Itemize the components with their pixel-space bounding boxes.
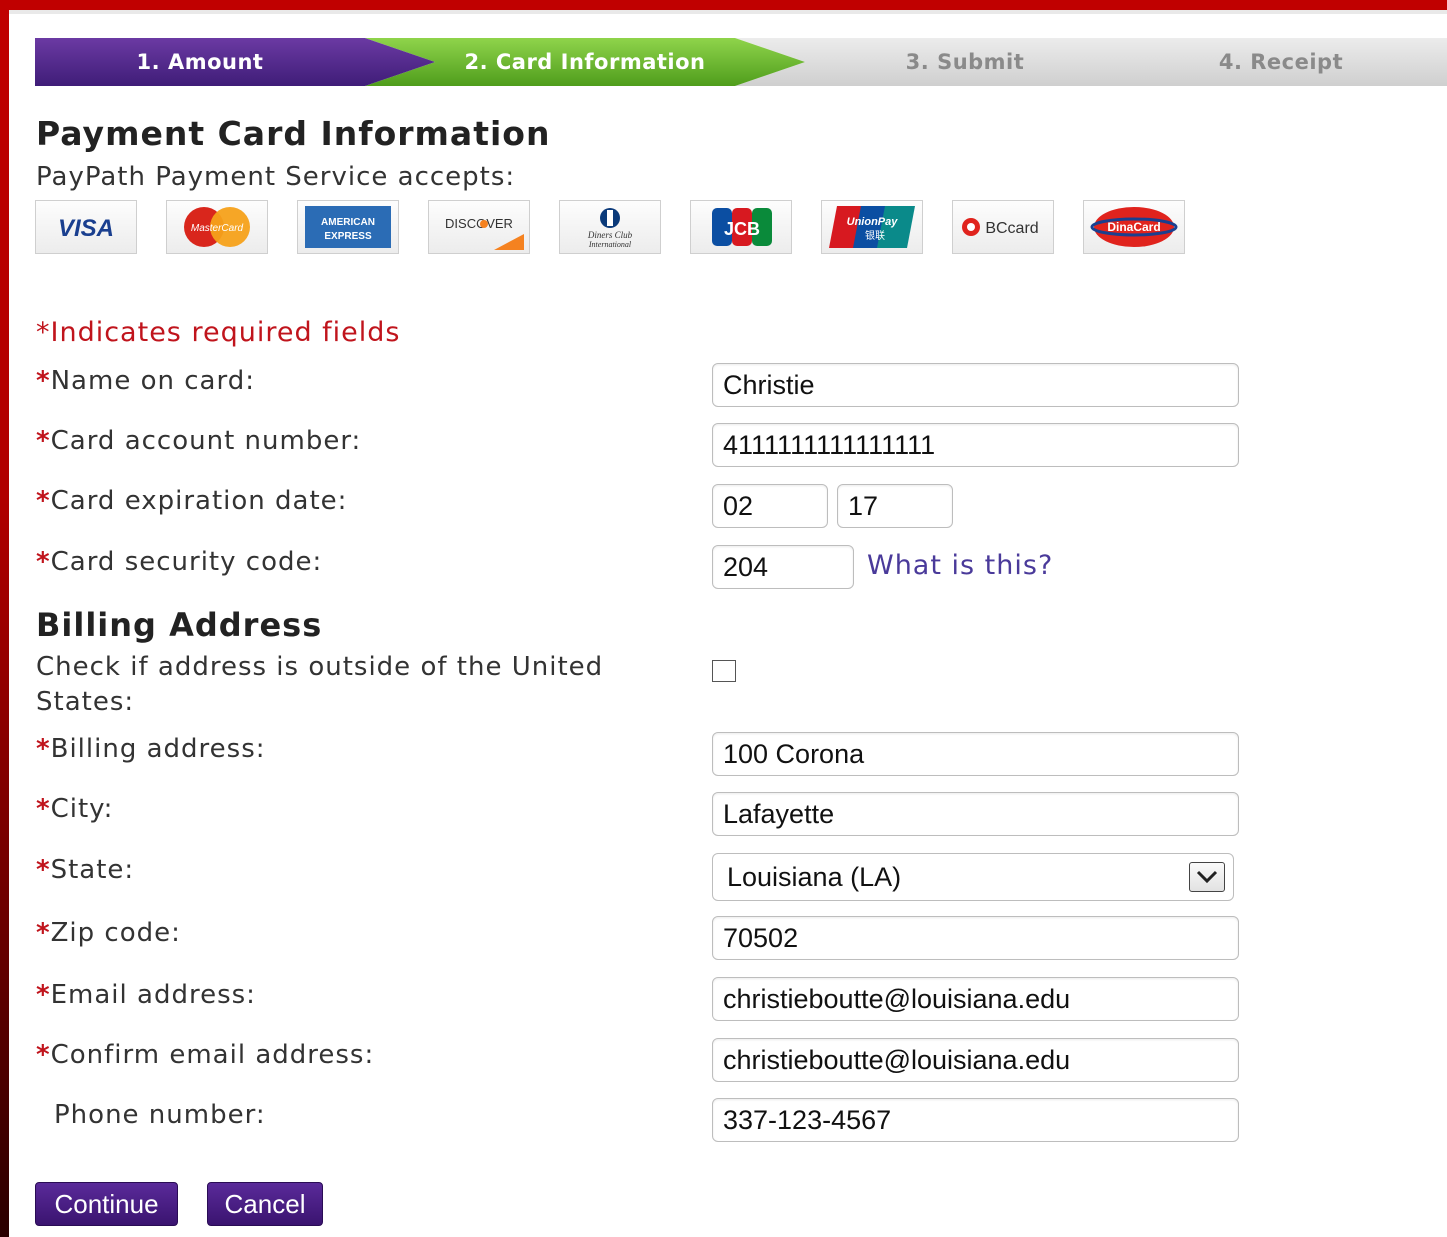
svg-text:Diners Club: Diners Club (587, 230, 633, 240)
discover-logo: DISCOVER (428, 200, 530, 254)
unionpay-logo: UnionPay 银联 (821, 200, 923, 254)
email-input[interactable]: christieboutte@louisiana.edu (712, 977, 1239, 1021)
svg-text:DinaCard: DinaCard (1107, 220, 1160, 234)
phone-number-label: Phone number: (54, 1100, 266, 1130)
card-number-label: *Card account number: (36, 426, 362, 456)
page-title: Payment Card Information (36, 114, 551, 153)
svg-text:VISA: VISA (58, 215, 114, 242)
diners-club-logo: Diners Club International (559, 200, 661, 254)
svg-text:银联: 银联 (865, 229, 885, 242)
progress-steps: 4. Receipt 3. Submit 2. Card Information… (35, 38, 1447, 86)
window-frame-top (0, 0, 1447, 10)
billing-address-input[interactable]: 100 Corona (712, 732, 1239, 776)
discover-icon: DISCOVER (445, 216, 524, 250)
bccard-icon: BCcard (962, 218, 1039, 237)
outside-us-checkbox[interactable] (712, 660, 736, 682)
accepted-cards-text: PayPath Payment Service accepts: (36, 162, 516, 192)
zip-code-input[interactable]: 70502 (712, 916, 1239, 960)
visa-logo: VISA (35, 200, 137, 254)
jcb-icon: JCB (712, 208, 772, 246)
state-label: *State: (36, 855, 135, 885)
svg-text:International: International (588, 240, 632, 249)
outside-us-label: Check if address is outside of the Unite… (36, 652, 604, 717)
confirm-email-label: *Confirm email address: (36, 1040, 375, 1070)
svg-text:UnionPay: UnionPay (847, 216, 899, 228)
bccard-logo: BCcard (952, 200, 1054, 254)
zip-code-label: *Zip code: (36, 918, 181, 948)
name-on-card-input[interactable]: Christie (712, 363, 1239, 407)
what-is-this-link[interactable]: What is this? (867, 550, 1053, 581)
diners-club-icon: Diners Club International (587, 208, 633, 249)
email-label: *Email address: (36, 980, 256, 1010)
billing-address-label: *Billing address: (36, 734, 266, 764)
city-input[interactable]: Lafayette (712, 792, 1239, 836)
svg-text:AMERICAN: AMERICAN (321, 217, 375, 228)
dinacard-logo: DinaCard (1083, 200, 1185, 254)
chevron-down-icon[interactable] (1189, 862, 1225, 892)
security-code-label: *Card security code: (36, 547, 323, 577)
svg-text:BCcard: BCcard (985, 220, 1038, 237)
expiration-month-input[interactable]: 02 (712, 484, 828, 528)
american-express-logo: AMERICAN EXPRESS (297, 200, 399, 254)
svg-text:MasterCard: MasterCard (191, 223, 244, 234)
step-amount: 1. Amount (35, 38, 435, 86)
svg-text:JCB: JCB (724, 219, 760, 239)
required-fields-note: *Indicates required fields (36, 317, 401, 348)
expiration-year-input[interactable]: 17 (837, 484, 953, 528)
accepted-cards-list: VISA MasterCard AMERICAN EXPRESS DISCOVE… (35, 200, 1185, 254)
dinacard-icon: DinaCard (1090, 207, 1178, 247)
city-label: *City: (36, 794, 114, 824)
confirm-email-input[interactable]: christieboutte@louisiana.edu (712, 1038, 1239, 1082)
card-number-input[interactable]: 4111111111111111 (712, 423, 1239, 467)
continue-button[interactable]: Continue (35, 1182, 178, 1226)
svg-text:EXPRESS: EXPRESS (324, 231, 372, 242)
mastercard-icon: MasterCard (184, 207, 250, 247)
phone-number-input[interactable]: 337-123-4567 (712, 1098, 1239, 1142)
billing-address-heading: Billing Address (36, 606, 323, 644)
unionpay-icon: UnionPay 银联 (829, 206, 915, 248)
amex-icon: AMERICAN EXPRESS (305, 206, 391, 248)
visa-icon: VISA (58, 215, 114, 242)
panel-top-edge (9, 10, 1447, 14)
name-on-card-label: *Name on card: (36, 366, 255, 396)
state-select[interactable]: Louisiana (LA) (712, 853, 1234, 901)
mastercard-logo: MasterCard (166, 200, 268, 254)
cancel-button[interactable]: Cancel (207, 1182, 323, 1226)
window-frame-left (0, 0, 9, 1237)
card-expiration-label: *Card expiration date: (36, 486, 348, 516)
jcb-logo: JCB (690, 200, 792, 254)
state-select-value: Louisiana (LA) (727, 861, 902, 892)
svg-text:DISCOVER: DISCOVER (445, 216, 513, 231)
security-code-input[interactable]: 204 (712, 545, 854, 589)
